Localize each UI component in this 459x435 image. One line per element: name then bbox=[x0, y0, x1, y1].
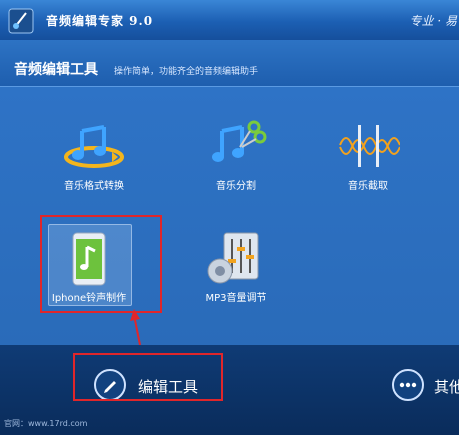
more-icon bbox=[392, 369, 424, 401]
app-logo-icon bbox=[8, 8, 34, 34]
tool-mp3-volume[interactable]: MP3音量调节 bbox=[180, 229, 292, 315]
music-split-icon bbox=[212, 120, 267, 162]
section-header: 音频编辑工具 操作简单，功能齐全的音频编辑助手 bbox=[0, 40, 459, 87]
slogan: 专业 · 易 bbox=[409, 14, 457, 28]
title-bar: 音频编辑专家 9.0 专业 · 易 bbox=[0, 0, 459, 40]
footer-website: 官网：www.17rd.com bbox=[4, 419, 88, 428]
other-button[interactable]: 其他 bbox=[392, 367, 459, 403]
annotation-arrow-icon bbox=[130, 309, 141, 346]
tool-music-split[interactable]: 音乐分割 bbox=[180, 117, 292, 203]
annotation-box-tool bbox=[40, 215, 162, 313]
section-title: 音频编辑工具 bbox=[14, 62, 98, 78]
window-title: 音频编辑专家 9.0 bbox=[46, 14, 154, 28]
music-cut-icon bbox=[339, 125, 400, 167]
tool-label: MP3音量调节 bbox=[205, 293, 267, 304]
tool-music-cut[interactable]: 音乐截取 bbox=[312, 117, 424, 203]
tool-label: 音乐格式转换 bbox=[64, 181, 124, 192]
bottom-bar: 编辑工具 其他 官网：www.17rd.com bbox=[0, 345, 459, 435]
tool-music-format-convert[interactable]: 音乐格式转换 bbox=[38, 117, 150, 203]
app-window: 音频编辑专家 9.0 专业 · 易 音频编辑工具 操作简单，功能齐全的音频编辑助… bbox=[0, 0, 459, 435]
tools-panel: 音乐格式转换 音乐分割 音乐截取 Iphone铃声制作 MP3音量调节 bbox=[0, 87, 459, 346]
annotation-box-edit bbox=[73, 353, 223, 401]
tool-label: 音乐分割 bbox=[216, 181, 256, 192]
section-subtitle: 操作简单，功能齐全的音频编辑助手 bbox=[114, 67, 259, 77]
mp3-volume-icon bbox=[207, 232, 259, 284]
other-label: 其他 bbox=[434, 378, 459, 396]
music-convert-icon bbox=[64, 125, 124, 168]
tool-label: 音乐截取 bbox=[348, 181, 388, 192]
